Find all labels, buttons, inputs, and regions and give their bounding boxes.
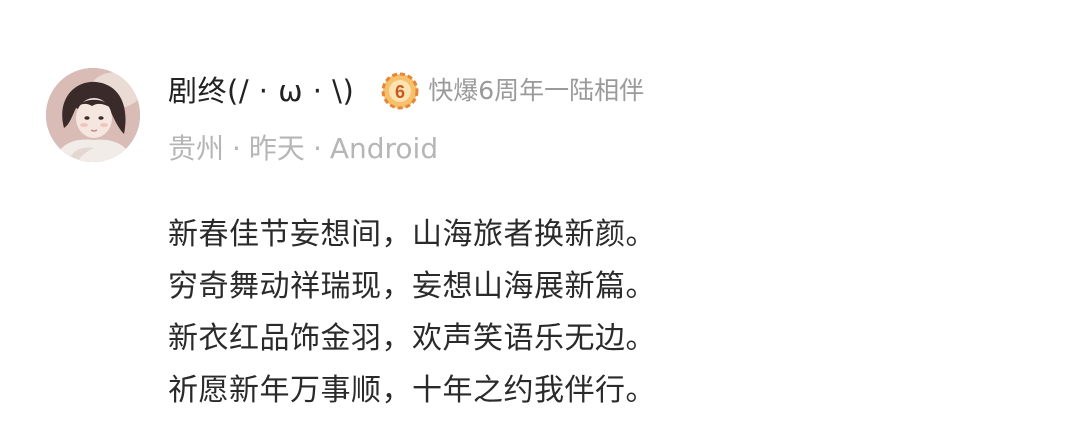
comment-line: 祈愿新年万事顺，十年之约我伴行。 xyxy=(168,373,656,408)
meta-separator: · xyxy=(312,132,322,165)
comment-meta: 贵州 · 昨天 · Android xyxy=(168,128,438,170)
meta-separator: · xyxy=(232,132,241,165)
comment-line: 新春佳节妄想间，山海旅者换新颜。 xyxy=(168,217,656,252)
comment-body: 新春佳节妄想间，山海旅者换新颜。 穷奇舞动祥瑞现，妄想山海展新篇。 新衣红品饰金… xyxy=(168,209,928,417)
comment-line: 新衣红品饰金羽，欢声笑语乐无边。 xyxy=(168,321,656,356)
avatar-image xyxy=(46,68,140,162)
username[interactable]: 剧终(/ · ω · \) xyxy=(168,70,354,112)
badge-label: 快爆6周年一陆相伴 xyxy=(428,76,645,105)
time-label: 昨天 xyxy=(248,132,305,165)
device-label: Android xyxy=(329,132,439,165)
location-label: 贵州 xyxy=(168,132,225,165)
badge[interactable]: 6 快爆6周年一陆相伴 xyxy=(380,70,644,112)
svg-text:6: 6 xyxy=(395,82,405,102)
anniversary-6-badge-icon: 6 xyxy=(381,72,419,110)
avatar[interactable] xyxy=(46,68,140,162)
comment-line: 穷奇舞动祥瑞现，妄想山海展新篇。 xyxy=(168,269,656,304)
comment-card: 剧终(/ · ω · \) 6 快爆6周年一陆相伴 贵州 · 昨天 · Android … xyxy=(0,0,1080,431)
comment-header: 剧终(/ · ω · \) 6 快爆6周年一陆相伴 xyxy=(168,70,644,112)
